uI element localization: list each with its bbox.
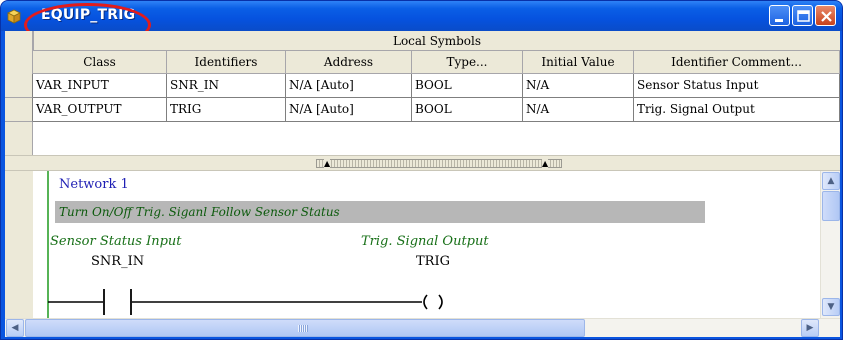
program-icon (7, 9, 21, 24)
horizontal-scroll-thumb[interactable] (25, 319, 585, 337)
horizontal-scrollbar[interactable]: ◀ ▶ (5, 318, 840, 337)
vertical-scrollbar[interactable]: ▲ ▼ (820, 171, 840, 318)
local-symbols-title: Local Symbols (33, 31, 840, 51)
coil-comment: Trig. Signal Output (361, 234, 489, 249)
cell-class[interactable]: VAR_OUTPUT (33, 98, 167, 122)
pane-splitter[interactable]: ▲ ▲ (5, 155, 840, 171)
coil-left-arc (423, 294, 428, 310)
ladder-editor[interactable]: Network 1 Turn On/Off Trig. Siganl Follo… (5, 171, 820, 318)
column-header-row: Class Identifiers Address Type... Initia… (5, 51, 840, 74)
vertical-scroll-thumb[interactable] (822, 191, 840, 221)
minimize-icon (775, 19, 783, 22)
row-header[interactable] (5, 98, 33, 122)
table-row[interactable]: VAR_OUTPUT TRIG N/A [Auto] BOOL N/A Trig… (5, 98, 840, 122)
coil-right-arc (438, 294, 443, 310)
cell-identifier-comment[interactable]: Sensor Status Input (634, 74, 840, 98)
scroll-left-icon[interactable]: ◀ (6, 319, 24, 337)
maximize-icon (797, 10, 810, 22)
cell-identifier[interactable]: TRIG (167, 98, 286, 122)
cell-type[interactable]: BOOL (412, 74, 523, 98)
contact-comment: Sensor Status Input (50, 234, 182, 249)
editor-client-area: Local Symbols Class Identifiers Address … (5, 31, 840, 337)
column-header-identifier-comment[interactable]: Identifier Comment... (634, 51, 840, 74)
cell-initial-value[interactable]: N/A (523, 98, 634, 122)
column-header-initial-value[interactable]: Initial Value (523, 51, 634, 74)
cell-identifier-comment[interactable]: Trig. Signal Output (634, 98, 840, 122)
column-header-identifiers[interactable]: Identifiers (167, 51, 286, 74)
network-label[interactable]: Network 1 (59, 177, 129, 192)
cell-identifier[interactable]: SNR_IN (167, 74, 286, 98)
network-comment[interactable]: Turn On/Off Trig. Siganl Follow Sensor S… (55, 201, 705, 223)
cell-address[interactable]: N/A [Auto] (286, 74, 412, 98)
cell-address[interactable]: N/A [Auto] (286, 98, 412, 122)
row-header[interactable] (5, 74, 33, 98)
cell-initial-value[interactable]: N/A (523, 74, 634, 98)
title-bar[interactable]: EQUIP_TRIG (1, 1, 842, 47)
table-row[interactable]: VAR_INPUT SNR_IN N/A [Auto] BOOL N/A Sen… (5, 74, 840, 98)
column-header-address[interactable]: Address (286, 51, 412, 74)
scroll-grip-icon (298, 325, 308, 332)
scroll-down-icon[interactable]: ▼ (822, 298, 840, 316)
scroll-up-icon[interactable]: ▲ (822, 172, 840, 190)
close-button[interactable] (815, 5, 836, 26)
scroll-right-icon[interactable]: ▶ (801, 319, 819, 337)
window-title: EQUIP_TRIG (41, 7, 136, 23)
local-symbols-table: Local Symbols Class Identifiers Address … (5, 31, 840, 155)
cell-type[interactable]: BOOL (412, 98, 523, 122)
program-window: EQUIP_TRIG Local Symbols Class Identifie… (0, 0, 843, 340)
column-header-type[interactable]: Type... (412, 51, 523, 74)
cell-class[interactable]: VAR_INPUT (33, 74, 167, 98)
splitter-handle[interactable]: ▲ ▲ (316, 159, 562, 168)
expand-down-icon[interactable]: ▲ (542, 159, 549, 168)
close-icon (821, 11, 832, 22)
contact-operand[interactable]: SNR_IN (91, 254, 144, 269)
coil-operand[interactable]: TRIG (416, 254, 450, 269)
minimize-button[interactable] (769, 5, 790, 26)
maximize-button[interactable] (792, 5, 813, 26)
column-header-class[interactable]: Class (33, 51, 167, 74)
collapse-up-icon[interactable]: ▲ (324, 159, 331, 168)
